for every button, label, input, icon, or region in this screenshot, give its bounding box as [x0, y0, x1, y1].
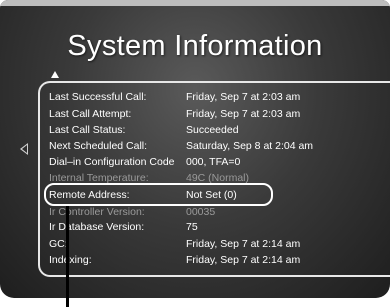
info-value: 00035: [186, 206, 216, 218]
info-row-ir-controller-version: Ir Controller Version: 00035: [0, 205, 390, 219]
up-arrow-icon[interactable]: [51, 71, 59, 78]
info-label: Last Successful Call:: [49, 91, 147, 103]
info-value: 000, TFA=0: [186, 156, 241, 168]
info-row-dial-in-code: Dial–in Configuration Code 000, TFA=0: [0, 155, 390, 169]
info-value: Succeeded: [186, 124, 239, 136]
info-label: Dial–in Configuration Code: [49, 156, 175, 168]
info-label: Indexing:: [49, 254, 92, 266]
info-row-ir-database-version: Ir Database Version: 75: [0, 220, 390, 234]
info-row-last-call-attempt: Last Call Attempt: Friday, Sep 7 at 2:03…: [0, 107, 390, 121]
info-label: Ir Database Version:: [49, 221, 145, 233]
info-value: Friday, Sep 7 at 2:03 am: [186, 108, 301, 120]
info-label: Last Call Status:: [49, 124, 126, 136]
info-row-last-successful-call: Last Successful Call: Friday, Sep 7 at 2…: [0, 90, 390, 104]
info-label: GC:: [49, 238, 68, 250]
info-label: Last Call Attempt:: [49, 108, 132, 120]
info-row-next-scheduled-call: Next Scheduled Call: Saturday, Sep 8 at …: [0, 139, 390, 153]
info-label: Next Scheduled Call:: [49, 140, 148, 152]
page-title: System Information: [67, 30, 323, 62]
callout-pointer-line: [66, 206, 69, 307]
info-value: Saturday, Sep 8 at 2:04 am: [186, 140, 314, 152]
remote-address-highlight: [44, 183, 273, 206]
info-value: Friday, Sep 7 at 2:03 am: [186, 91, 301, 103]
info-row-last-call-status: Last Call Status: Succeeded: [0, 123, 390, 137]
tv-bezel: [0, 0, 390, 6]
info-value: Friday, Sep 7 at 2:14 am: [186, 254, 301, 266]
info-value: 75: [186, 221, 198, 233]
info-value: Friday, Sep 7 at 2:14 am: [186, 238, 301, 250]
info-row-indexing: Indexing: Friday, Sep 7 at 2:14 am: [0, 253, 390, 267]
info-row-gc: GC: Friday, Sep 7 at 2:14 am: [0, 237, 390, 251]
system-information-screen: System Information Last Successful Call:…: [0, 0, 390, 298]
info-label: Ir Controller Version:: [49, 206, 145, 218]
